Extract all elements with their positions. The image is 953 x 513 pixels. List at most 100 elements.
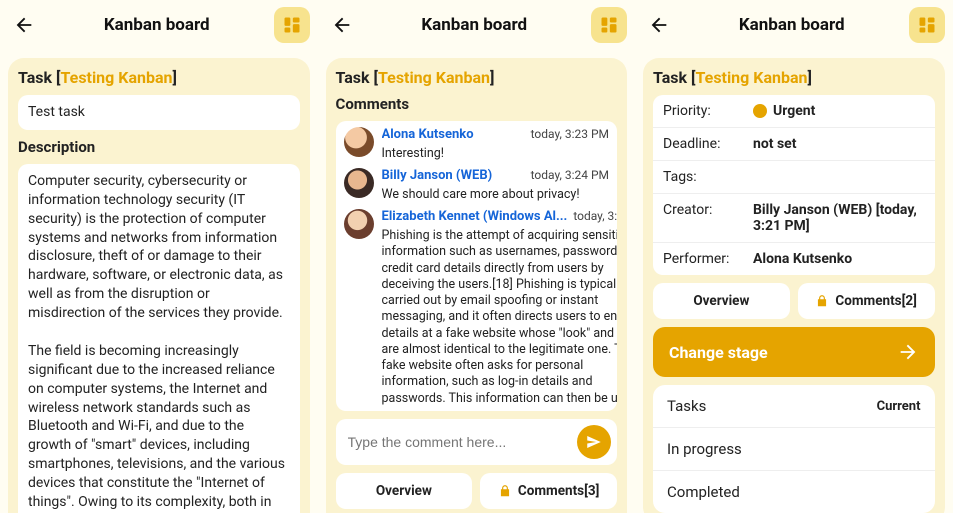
task-name-input[interactable]: Test task xyxy=(18,95,300,130)
meta-label: Priority: xyxy=(663,103,753,119)
meta-label: Performer: xyxy=(663,251,753,267)
meta-label: Tags: xyxy=(663,169,753,185)
lock-icon xyxy=(815,294,829,308)
meta-row-priority[interactable]: Priority: Urgent xyxy=(653,95,935,128)
task-title-line: Task [Testing Kanban] xyxy=(653,68,935,87)
comments-list[interactable]: Alona Kutsenkotoday, 3:23 PM Interesting… xyxy=(336,121,618,411)
content: Task [Testing Kanban] Comments Alona Kut… xyxy=(318,50,636,513)
send-button[interactable] xyxy=(577,425,611,459)
stage-option-tasks[interactable]: Tasks Current xyxy=(653,385,935,428)
tab-overview[interactable]: Overview xyxy=(653,283,790,319)
tab-comments[interactable]: Comments[3] xyxy=(480,473,617,509)
comment-body: Alona Kutsenkotoday, 3:23 PM Interesting… xyxy=(382,127,610,162)
arrow-left-icon xyxy=(13,14,35,36)
comment-body: Elizabeth Kennet (Windows Al... today, 3:… xyxy=(382,209,618,407)
page-title: Kanban board xyxy=(675,15,909,35)
stage-name: In progress xyxy=(667,440,742,458)
task-title-line: Task [Testing Kanban] xyxy=(18,68,300,87)
task-prefix: Task [ xyxy=(18,68,60,87)
screen-task-description: Kanban board Task [Testing Kanban] Test … xyxy=(0,0,318,513)
kanban-icon xyxy=(282,15,302,35)
description-text[interactable]: Computer security, cybersecurity or info… xyxy=(18,164,300,513)
meta-label: Deadline: xyxy=(663,136,753,152)
board-link[interactable]: Testing Kanban xyxy=(60,68,172,87)
screen-task-comments: Kanban board Task [Testing Kanban] Comme… xyxy=(318,0,636,513)
kanban-logo[interactable] xyxy=(274,7,310,43)
change-stage-button[interactable]: Change stage xyxy=(653,327,935,377)
comment-author[interactable]: Billy Janson (WEB) xyxy=(382,168,493,185)
content: Task [Testing Kanban] Priority: Urgent D… xyxy=(635,50,953,513)
task-prefix: Task [ xyxy=(336,68,378,87)
meta-value xyxy=(753,169,925,185)
comment-compose xyxy=(336,419,618,465)
comment-time: today, 3:24 PM xyxy=(531,168,609,185)
comment-author[interactable]: Alona Kutsenko xyxy=(382,127,474,144)
tab-overview[interactable]: Overview xyxy=(336,473,473,509)
bottom-tabs: Overview Comments[3] xyxy=(336,473,618,509)
content: Task [Testing Kanban] Test task Descript… xyxy=(0,50,318,513)
avatar[interactable] xyxy=(344,127,374,157)
arrow-left-icon xyxy=(648,14,670,36)
stage-option-completed[interactable]: Completed xyxy=(653,471,935,513)
page-title: Kanban board xyxy=(40,15,274,35)
comment-item: Billy Janson (WEB) today, 3:24 PM We shou… xyxy=(344,168,610,203)
kanban-icon xyxy=(917,15,937,35)
comment-author[interactable]: Elizabeth Kennet (Windows Al... xyxy=(382,209,568,226)
task-card: Task [Testing Kanban] Comments Alona Kut… xyxy=(326,58,628,513)
stage-list: Tasks Current In progress Completed xyxy=(653,385,935,513)
header: Kanban board xyxy=(318,0,636,50)
avatar[interactable] xyxy=(344,209,374,239)
change-stage-label: Change stage xyxy=(669,343,768,362)
arrow-right-icon xyxy=(897,341,919,363)
board-link[interactable]: Testing Kanban xyxy=(378,68,490,87)
task-card: Task [Testing Kanban] Test task Descript… xyxy=(8,58,310,513)
tab-overview-label: Overview xyxy=(376,483,432,499)
tab-overview-label: Overview xyxy=(693,293,749,309)
priority-dot-icon xyxy=(753,104,767,118)
meta-row-creator[interactable]: Creator: Billy Janson (WEB) [today, 3:21… xyxy=(653,194,935,243)
comment-time: today, 3:23 PM xyxy=(531,127,609,144)
task-suffix: ] xyxy=(490,68,494,87)
meta-row-deadline[interactable]: Deadline: not set xyxy=(653,128,935,161)
meta-row-tags[interactable]: Tags: xyxy=(653,161,935,194)
stage-name: Tasks xyxy=(667,397,706,415)
header: Kanban board xyxy=(0,0,318,50)
task-suffix: ] xyxy=(173,68,177,87)
meta-label: Creator: xyxy=(663,202,753,234)
page-title: Kanban board xyxy=(358,15,592,35)
kanban-logo[interactable] xyxy=(591,7,627,43)
task-suffix: ] xyxy=(808,68,812,87)
stage-option-in-progress[interactable]: In progress xyxy=(653,428,935,471)
comment-item: Alona Kutsenkotoday, 3:23 PM Interesting… xyxy=(344,127,610,162)
kanban-logo[interactable] xyxy=(909,7,945,43)
back-button[interactable] xyxy=(326,9,358,41)
meta-table: Priority: Urgent Deadline: not set Tags:… xyxy=(653,95,935,275)
tab-comments-label: Comments[2] xyxy=(835,293,916,309)
meta-value: Urgent xyxy=(753,103,925,119)
priority-text: Urgent xyxy=(773,103,815,119)
arrow-left-icon xyxy=(331,14,353,36)
comment-time: today, 3:42 PM xyxy=(573,209,617,226)
meta-row-performer[interactable]: Performer: Alona Kutsenko xyxy=(653,243,935,275)
screen-task-overview: Kanban board Task [Testing Kanban] Prior… xyxy=(635,0,953,513)
comment-input[interactable] xyxy=(348,434,570,450)
task-title-line: Task [Testing Kanban] xyxy=(336,68,618,87)
comment-item: Elizabeth Kennet (Windows Al...today, 3:… xyxy=(344,209,610,407)
stage-name: Completed xyxy=(667,483,740,501)
task-prefix: Task [ xyxy=(653,68,695,87)
bottom-tabs: Overview Comments[2] xyxy=(653,283,935,319)
send-icon xyxy=(585,433,603,451)
triptych: Kanban board Task [Testing Kanban] Test … xyxy=(0,0,953,513)
meta-value: Alona Kutsenko xyxy=(753,251,925,267)
comments-label: Comments xyxy=(336,95,618,113)
avatar[interactable] xyxy=(344,168,374,198)
header: Kanban board xyxy=(635,0,953,50)
tab-comments[interactable]: Comments[2] xyxy=(798,283,935,319)
stage-badge: Current xyxy=(877,399,921,414)
back-button[interactable] xyxy=(8,9,40,41)
board-link[interactable]: Testing Kanban xyxy=(695,68,807,87)
comment-text: We should care more about privacy! xyxy=(382,187,610,203)
back-button[interactable] xyxy=(643,9,675,41)
kanban-icon xyxy=(599,15,619,35)
description-label: Description xyxy=(18,138,300,156)
